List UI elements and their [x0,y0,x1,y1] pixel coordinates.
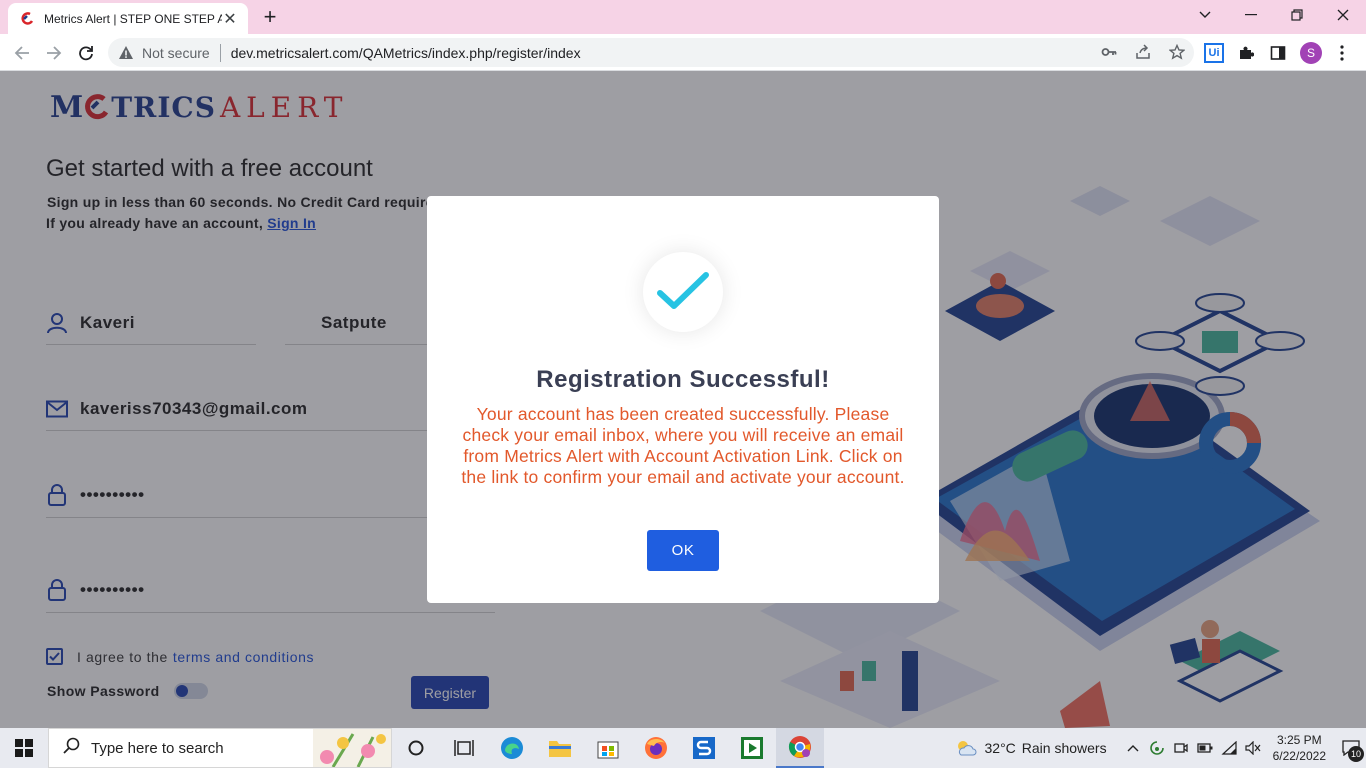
restore-button[interactable] [1274,0,1320,30]
share-icon[interactable] [1134,43,1152,61]
clock-time: 3:25 PM [1276,733,1322,747]
firefox-icon[interactable] [632,728,680,768]
app-s-icon[interactable] [680,728,728,768]
taskbar-search-box[interactable]: Type here to search [48,728,392,768]
browser-tab-strip: Metrics Alert | STEP ONE STEP AHEAD ✕ + [0,0,1366,34]
webcam-icon[interactable] [1169,728,1193,768]
browser-tab[interactable]: Metrics Alert | STEP ONE STEP AHEAD ✕ [8,3,248,34]
browser-toolbar: Not secure dev.metricsalert.com/QAMetric… [0,34,1366,71]
microsoft-store-icon[interactable] [584,728,632,768]
registration-success-dialog: Registration Successful! Your account ha… [427,196,939,603]
url-text[interactable]: dev.metricsalert.com/QAMetrics/index.php… [231,45,581,61]
wifi-icon[interactable] [1217,728,1241,768]
windows-icon [15,739,33,757]
search-icon [63,737,81,760]
notification-center-icon[interactable]: 10 [1336,728,1366,768]
star-icon[interactable] [1168,43,1186,61]
address-bar[interactable]: Not secure dev.metricsalert.com/QAMetric… [108,38,1194,67]
task-view-icon[interactable] [440,728,488,768]
warning-icon[interactable] [118,45,134,61]
tab-title: Metrics Alert | STEP ONE STEP AHEAD [44,11,222,26]
checkmark-icon [657,272,709,309]
chrome-icon[interactable] [776,728,824,768]
media-player-icon[interactable] [728,728,776,768]
success-check-badge [643,252,723,332]
dialog-title: Registration Successful! [536,366,830,393]
search-highlight-flowers-icon [313,729,391,767]
weather-icon [957,741,976,756]
sync-icon[interactable] [1145,728,1169,768]
puzzle-icon[interactable] [1236,43,1256,63]
weather-temp: 32°C [984,740,1016,756]
omnibox-divider [219,43,221,62]
weather-widget[interactable]: 32°C Rain showers [955,739,1107,757]
search-placeholder: Type here to search [91,739,224,757]
kebab-menu-icon[interactable] [1334,43,1350,63]
clock-date: 6/22/2022 [1272,749,1326,763]
registration-page: M TRICS ALERT Get started with a free ac… [0,71,1366,728]
notification-count-badge: 10 [1348,746,1364,762]
windows-start-button[interactable] [0,728,48,768]
file-explorer-icon[interactable] [536,728,584,768]
not-secure-label[interactable]: Not secure [142,45,210,61]
metricsalert-favicon-icon [21,11,34,25]
clock[interactable]: 3:25 PM 6/22/2022 [1273,732,1326,764]
new-tab-button[interactable]: + [258,3,282,31]
back-arrow-icon[interactable] [8,39,36,67]
cortana-icon[interactable] [392,728,440,768]
uipath-extension-icon[interactable]: Ui [1204,43,1224,63]
close-tab-icon[interactable]: ✕ [222,9,238,29]
key-icon[interactable] [1100,43,1118,61]
dialog-message: Your account has been created successful… [461,404,905,487]
system-tray: 32°C Rain showers 3:25 PM 6/22/2022 10 [955,728,1366,768]
side-panel-icon[interactable] [1268,43,1288,63]
forward-arrow-icon[interactable] [40,39,68,67]
weather-desc: Rain showers [1021,740,1107,756]
edge-icon[interactable] [488,728,536,768]
tab-search-chevron-icon[interactable] [1182,0,1228,30]
volume-muted-icon[interactable] [1241,728,1265,768]
profile-avatar[interactable]: S [1300,42,1322,64]
windows-taskbar: Type here to search 32°C Rain showers 3:… [0,728,1366,768]
battery-icon[interactable] [1193,728,1217,768]
reload-icon[interactable] [72,39,100,67]
minimize-button[interactable] [1228,0,1274,30]
close-window-button[interactable] [1320,0,1366,30]
ok-button[interactable]: OK [647,530,719,571]
chevron-up-icon[interactable] [1121,728,1145,768]
